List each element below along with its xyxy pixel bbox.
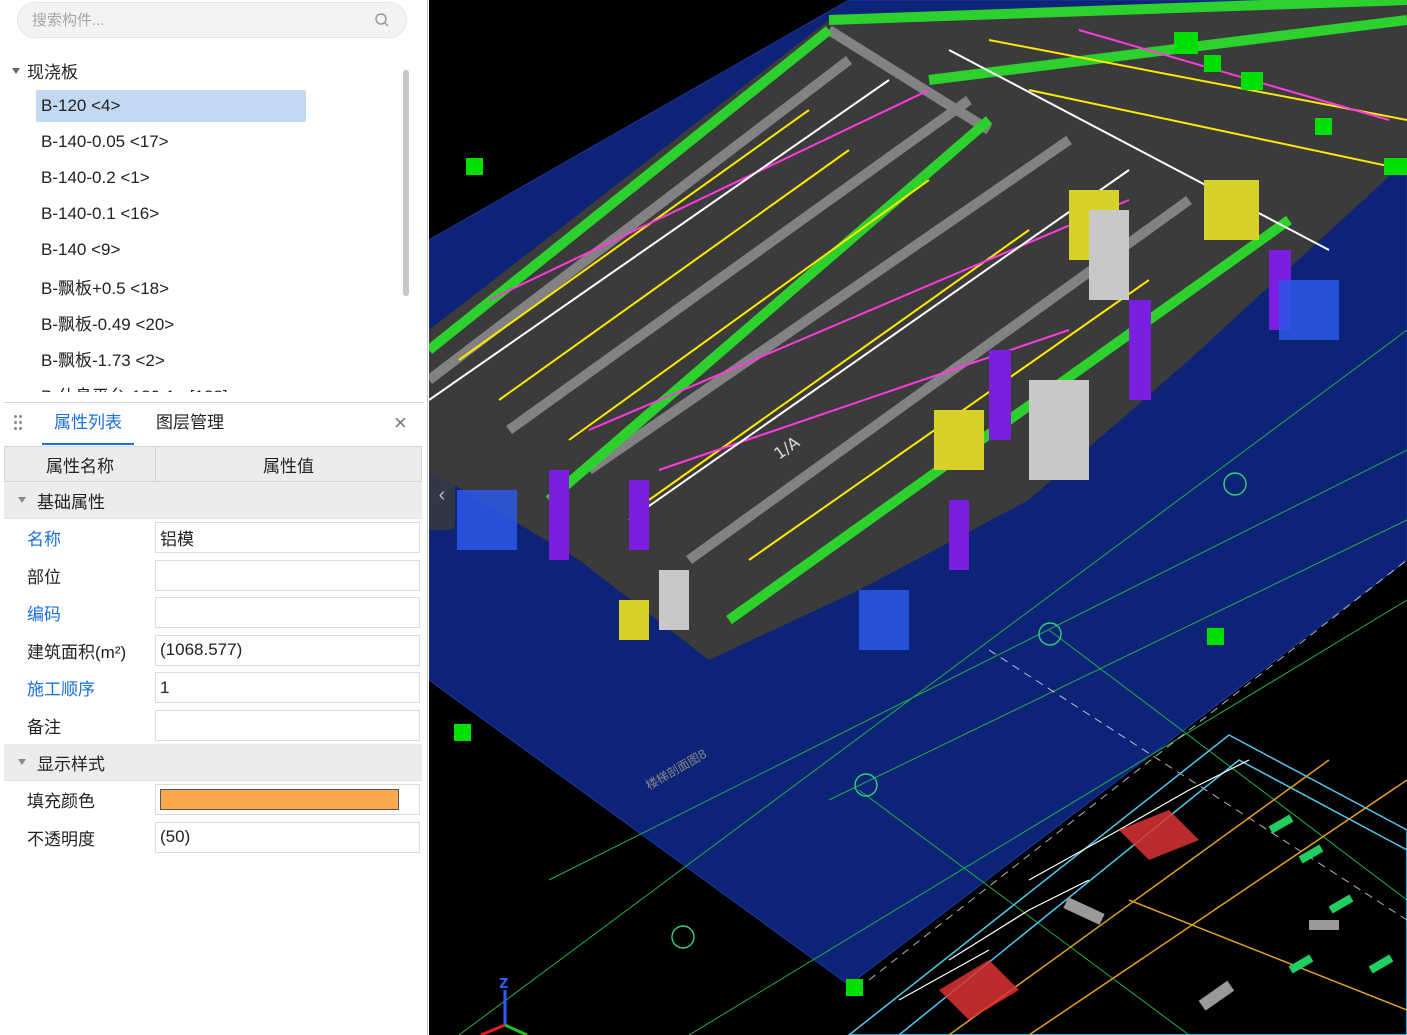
property-value-field[interactable]: 1 [155, 672, 420, 704]
tree-item[interactable]: B-140-0.05 <17> [36, 126, 306, 158]
section-title: 显示样式 [37, 754, 105, 774]
tree-item[interactable]: B-飘板-1.73 <2> [36, 342, 306, 374]
property-panel-header: 属性列表 图层管理 × [4, 402, 424, 445]
property-row: 编码 [4, 594, 422, 632]
property-row: 名称 铝模 [4, 519, 422, 557]
tree-item[interactable]: B-140-0.2 <1> [36, 162, 306, 194]
left-panel: 现浇板 B-120 <4> B-140-0.05 <17> B-140-0.2 … [0, 0, 428, 1035]
property-name: 填充颜色 [27, 792, 95, 812]
property-value-field[interactable]: (1068.577) [155, 634, 420, 666]
property-name: 备注 [27, 717, 61, 737]
property-value-field[interactable] [155, 784, 420, 816]
tree-item-label: B-140 <9> [41, 240, 121, 259]
tree-item[interactable]: B-140 <9> [36, 234, 306, 266]
expand-triangle-icon[interactable] [12, 67, 20, 74]
tree-item-label: B-飘板-0.49 <20> [41, 314, 175, 334]
tree-root[interactable]: 现浇板 [12, 58, 78, 82]
property-name: 不透明度 [27, 829, 95, 849]
property-name: 建筑面积(m²) [27, 642, 127, 662]
property-row: 备注 [4, 707, 422, 745]
property-value-field[interactable]: (50) [155, 821, 420, 853]
property-value-field[interactable] [155, 597, 420, 629]
search-box[interactable] [17, 2, 407, 38]
property-name: 名称 [27, 530, 61, 550]
tree-item[interactable]: B-140-0.1 <16> [36, 198, 306, 230]
section-basic[interactable]: 基础属性 [4, 482, 422, 519]
column-header-name: 属性名称 [5, 447, 156, 481]
property-value-field[interactable]: 铝模 [155, 522, 420, 554]
property-value-field[interactable] [155, 559, 420, 591]
property-row: 填充颜色 [4, 781, 422, 819]
axis-gizmo: Z [480, 977, 528, 1035]
property-name: 施工顺序 [27, 680, 95, 700]
property-name: 部位 [27, 567, 61, 587]
property-row: 建筑面积(m²) (1068.577) [4, 632, 422, 670]
tree-item-label: B-飘板-1.73 <2> [41, 350, 165, 370]
component-tree: 现浇板 B-120 <4> B-140-0.05 <17> B-140-0.2 … [0, 52, 412, 392]
fill-color-swatch[interactable] [160, 789, 399, 811]
column-header-value: 属性值 [263, 456, 314, 476]
tree-item-label: B-休息平台-180-1 <[188] [41, 382, 228, 393]
tree-item[interactable]: B-休息平台-180-1 <[188] [36, 378, 306, 393]
tab-property-list[interactable]: 属性列表 [42, 403, 134, 445]
search-icon[interactable] [374, 12, 390, 28]
grid-header: 属性名称 属性值 [4, 446, 422, 482]
tree-item[interactable]: B-飘板+0.5 <18> [36, 270, 306, 302]
tree-root-label: 现浇板 [27, 62, 78, 82]
property-grid: 属性名称 属性值 基础属性 名称 铝模 部位 编码 建筑面积(m²) (1068… [4, 446, 422, 856]
drag-handle-icon[interactable] [14, 415, 24, 433]
tree-item[interactable]: B-120 <4> [36, 90, 306, 122]
collapse-triangle-icon[interactable] [18, 497, 26, 503]
tab-layer-management[interactable]: 图层管理 [144, 403, 236, 443]
property-row: 不透明度 (50) [4, 819, 422, 857]
tree-item-label: B-140-0.2 <1> [41, 168, 150, 187]
axis-label: Z [499, 977, 508, 992]
tree-scrollbar[interactable] [403, 70, 409, 296]
section-display-style[interactable]: 显示样式 [4, 744, 422, 781]
collapse-triangle-icon[interactable] [18, 759, 26, 765]
section-title: 基础属性 [37, 492, 105, 512]
tree-item-label: B-120 <4> [41, 96, 121, 115]
close-icon[interactable]: × [394, 412, 410, 434]
tree-item[interactable]: B-飘板-0.49 <20> [36, 306, 306, 338]
tree-item-label: B-140-0.1 <16> [41, 204, 160, 223]
property-name: 编码 [27, 605, 61, 625]
property-row: 施工顺序 1 [4, 669, 422, 707]
property-value-field[interactable] [155, 709, 420, 741]
property-row: 部位 [4, 557, 422, 595]
collapse-panel-button[interactable]: ‹ [429, 460, 455, 530]
tree-item-label: B-140-0.05 <17> [41, 132, 169, 151]
search-input[interactable] [32, 3, 372, 37]
tree-item-label: B-飘板+0.5 <18> [41, 278, 170, 298]
3d-viewport[interactable]: 楼梯剖面图8 1/A Z ‹ [429, 0, 1407, 1035]
model-canvas[interactable]: 楼梯剖面图8 1/A Z [429, 0, 1407, 1035]
